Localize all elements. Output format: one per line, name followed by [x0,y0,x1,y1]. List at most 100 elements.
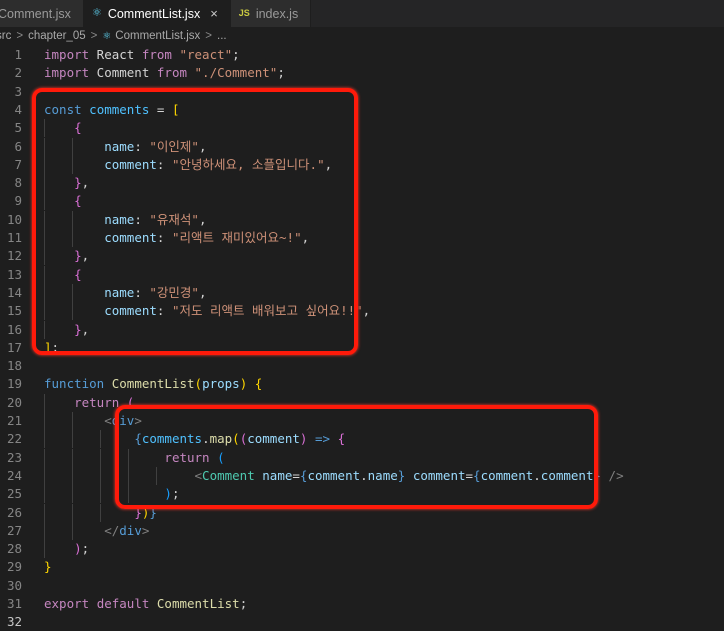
code-line[interactable]: 4 const comments = [ [0,101,724,119]
tab-commentlist-jsx[interactable]: ⚛ CommentList.jsx × [83,0,231,27]
code-line[interactable]: 11 comment: "리액트 재미있어요~!", [0,229,724,247]
code-line[interactable]: 3 [0,83,724,101]
code-token: ; [239,596,248,611]
code-line[interactable]: 26 })} [0,503,724,522]
code-token: comments [89,101,150,117]
code-line[interactable]: 31 export default CommentList; [0,595,724,613]
code-token: "유재석" [149,211,199,227]
code-line[interactable]: 30 [0,577,724,595]
line-number: 17 [6,339,22,355]
code-line[interactable]: 29} [0,558,724,576]
code-text: })} [44,504,157,522]
code-token: comment [412,467,466,483]
code-token: return [74,394,120,410]
code-line[interactable]: 27 </div> [0,521,724,540]
code-line[interactable]: 10 name: "유재석", [0,210,724,229]
code-line[interactable]: 7 comment: "안녕하세요, 소플입니다.", [0,155,724,174]
line-number: 8 [14,175,22,191]
code-line[interactable]: 14 name: "강민경", [0,283,724,302]
code-line[interactable]: 5 { [0,119,724,138]
code-token: Comment [202,467,255,483]
line-number: 29 [6,559,22,575]
chevron-right-icon: > [205,30,213,42]
code-token: name [104,138,135,154]
code-line[interactable]: 17]; [0,339,724,357]
code-line[interactable]: 9 { [0,192,724,211]
code-line[interactable]: 19 function CommentList(props) { [0,375,724,393]
code-token: name [262,467,293,483]
code-token: comment [104,303,157,319]
line-number: 9 [14,193,22,209]
code-line[interactable]: 24 <Comment name={comment.name} comment=… [0,466,724,485]
code-token: import [44,65,90,81]
line-number: 19 [6,376,22,392]
code-text: name: "강민경", [44,284,206,302]
code-line[interactable]: 21 <div> [0,412,724,430]
code-token: ) [74,541,82,557]
line-number: 32 [6,614,22,630]
code-token: props [202,376,240,392]
code-token: . [360,467,368,483]
code-token: comment [104,156,157,172]
tab-comment-jsx[interactable]: Comment.jsx [0,0,84,27]
code-token: , [198,284,207,300]
code-line[interactable]: 1 import React from "react"; [0,46,724,64]
code-line[interactable]: 13 { [0,265,724,284]
line-number: 15 [6,303,22,319]
code-token: : [156,156,172,172]
code-text: <Comment name={comment.name} comment={co… [44,467,624,485]
code-token: { [337,431,346,447]
code-token: "./Comment" [194,65,278,81]
code-line[interactable]: 12 }, [0,247,724,266]
code-token: , [81,321,90,337]
code-line[interactable]: 16 }, [0,320,724,339]
code-line[interactable]: 32 [0,613,724,631]
close-icon[interactable]: × [210,6,218,21]
code-token: "강민경" [149,284,199,300]
breadcrumb-item-symbol[interactable]: ... [217,30,227,42]
code-text: comment: "저도 리액트 배워보고 싶어요!!", [44,302,370,320]
code-text: ); [44,540,89,558]
code-token: , [81,175,90,191]
code-line[interactable]: 28 ); [0,540,724,559]
line-number: 24 [6,467,22,483]
code-text: comment: "안녕하세요, 소플입니다.", [44,156,332,174]
code-line[interactable]: 2 import Comment from "./Comment"; [0,64,724,82]
code-token: , [81,248,90,264]
code-token: CommentList [111,376,195,392]
code-line[interactable]: 23 return ( [0,448,724,467]
line-number: 30 [6,577,22,593]
code-token: } [74,321,82,337]
code-token: default [96,596,150,611]
breadcrumb-item-src[interactable]: src [0,30,11,42]
code-line[interactable]: 8 }, [0,174,724,193]
breadcrumb-item-folder[interactable]: chapter_05 [28,30,86,42]
js-icon: JS [238,8,250,18]
code-editor[interactable]: 1 import React from "react"; 2 import Comme… [0,46,724,629]
code-line[interactable]: 25 ); [0,485,724,504]
code-line[interactable]: 15 comment: "저도 리액트 배워보고 싶어요!!", [0,302,724,321]
code-line[interactable]: 18 [0,357,724,375]
breadcrumb-item-file[interactable]: CommentList.jsx [115,30,200,42]
code-line[interactable]: 22 {comments.map((comment) => { [0,430,724,449]
code-token: ; [171,486,180,502]
code-token: Comment [89,65,157,81]
code-line[interactable]: 20 return ( [0,393,724,412]
code-text: { [44,192,82,210]
code-token: return [164,449,210,465]
tab-index-js[interactable]: JS index.js [230,0,312,27]
code-token: { [74,193,82,209]
code-line[interactable]: 6 name: "이인제", [0,137,724,156]
